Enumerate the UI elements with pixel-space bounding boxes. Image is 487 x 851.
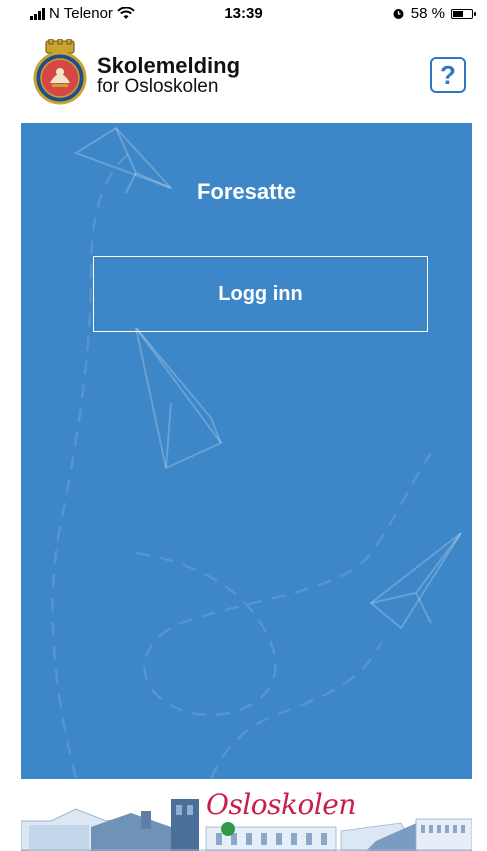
status-right: 58 % (392, 5, 476, 22)
osloskolen-brand-text: Osloskolen (206, 788, 356, 821)
app-title: Skolemelding for Osloskolen (97, 54, 240, 97)
alarm-icon (393, 9, 404, 19)
battery-percent: 58 % (410, 5, 445, 22)
app-header: Skolemelding for Osloskolen ? (0, 28, 487, 120)
app-name: Skolemelding (97, 53, 241, 78)
app-subtitle: for Osloskolen (97, 76, 219, 98)
oslo-coat-of-arms-logo (33, 39, 87, 105)
login-button[interactable]: Logg inn (93, 256, 428, 332)
status-bar: N Telenor 13:39 58 % (0, 0, 487, 26)
help-button[interactable]: ? (430, 57, 466, 93)
panel-title: Foresatte (196, 179, 297, 204)
login-panel: Foresatte Logg inn (21, 123, 472, 779)
battery-icon (451, 8, 476, 19)
footer-illustration: Osloskolen (21, 781, 472, 851)
paper-plane-background-illustration (51, 126, 462, 779)
